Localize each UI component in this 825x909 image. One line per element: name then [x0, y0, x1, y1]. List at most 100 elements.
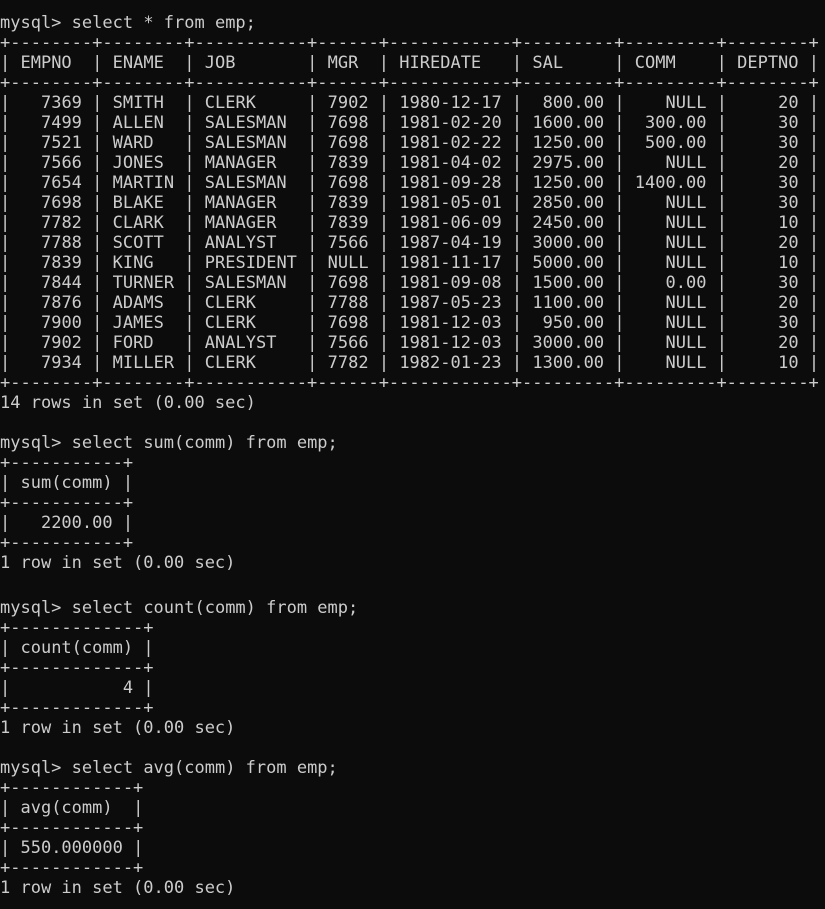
table-cell-sal: 2850.00 [532, 193, 605, 213]
prompt: mysql> [0, 758, 62, 778]
table-cell-job: CLERK [204, 93, 256, 113]
command-line: mysql> select avg(comm) from emp; [0, 758, 338, 778]
table-cell-job: PRESIDENT [204, 253, 297, 273]
table-cell-mgr: 7839 [327, 153, 369, 173]
table-cell-mgr: 7698 [327, 313, 369, 333]
table-cell-comm: NULL [665, 293, 707, 313]
table-border: +-----------+ [0, 533, 134, 553]
table-cell-mgr: NULL [327, 253, 369, 273]
prompt: mysql> [0, 598, 62, 618]
table-cell-ename: ADAMS [112, 293, 164, 313]
table-header-row: | EMPNO | ENAME | JOB | MGR | HIREDATE |… [0, 53, 820, 73]
table-cell-comm: NULL [665, 93, 707, 113]
table-cell-deptno: 10 [778, 213, 799, 233]
table-border: +-------------+ [0, 698, 154, 718]
table-cell-sal: 1250.00 [532, 173, 605, 193]
table-cell-sum-comm: 2200.00 [40, 513, 113, 533]
table-cell-hiredate: 1981-09-08 [399, 273, 502, 293]
table-row: | 7369 | SMITH | CLERK | 7902 | 1980-12-… [0, 93, 820, 113]
table-cell-empno: 7369 [40, 93, 82, 113]
table-cell-hiredate: 1981-12-03 [399, 333, 502, 353]
table-cell-deptno: 30 [778, 113, 799, 133]
table-cell-ename: TURNER [112, 273, 175, 293]
table-cell-sal: 950.00 [542, 313, 605, 333]
command-line: mysql> select sum(comm) from emp; [0, 433, 338, 453]
table-cell-sal: 1500.00 [532, 273, 605, 293]
table-cell-mgr: 7698 [327, 133, 369, 153]
sql-command: select count(comm) from emp; [71, 598, 359, 618]
table-cell-job: CLERK [204, 293, 256, 313]
table-cell-empno: 7900 [40, 313, 82, 333]
table-row: | 7654 | MARTIN | SALESMAN | 7698 | 1981… [0, 173, 820, 193]
table-cell-mgr: 7698 [327, 173, 369, 193]
table-cell-comm: 300.00 [645, 113, 707, 133]
table-cell-comm: NULL [665, 153, 707, 173]
table-cell-ename: FORD [112, 333, 154, 353]
column-header-avg-comm: avg(comm) [20, 798, 113, 818]
table-cell-ename: JONES [112, 153, 164, 173]
table-row: | 550.000000 | [0, 838, 144, 858]
table-cell-job: SALESMAN [204, 173, 287, 193]
table-border: +------------+ [0, 778, 144, 798]
table-cell-mgr: 7566 [327, 333, 369, 353]
table-cell-ename: CLARK [112, 213, 164, 233]
result-status: 1 row in set (0.00 sec) [0, 718, 236, 738]
table-cell-deptno: 20 [778, 153, 799, 173]
table-row: | 7934 | MILLER | CLERK | 7782 | 1982-01… [0, 353, 820, 373]
table-cell-count-comm: 4 [122, 678, 134, 698]
table-cell-deptno: 30 [778, 193, 799, 213]
prompt: mysql> [0, 13, 62, 33]
table-cell-deptno: 10 [778, 353, 799, 373]
table-cell-hiredate: 1981-04-02 [399, 153, 502, 173]
table-cell-hiredate: 1981-05-01 [399, 193, 502, 213]
table-cell-sal: 800.00 [542, 93, 605, 113]
sql-command: select * from emp; [71, 13, 256, 33]
column-header-hiredate: HIREDATE [399, 53, 482, 73]
table-border: +------------+ [0, 818, 144, 838]
table-cell-empno: 7698 [40, 193, 82, 213]
table-cell-deptno: 20 [778, 333, 799, 353]
table-cell-comm: 0.00 [665, 273, 707, 293]
table-cell-sal: 1300.00 [532, 353, 605, 373]
table-border: +--------+--------+-----------+------+--… [0, 73, 819, 93]
table-cell-hiredate: 1981-02-22 [399, 133, 502, 153]
table-cell-ename: BLAKE [112, 193, 164, 213]
table-border: +-------------+ [0, 618, 154, 638]
table-cell-mgr: 7839 [327, 193, 369, 213]
table-cell-job: CLERK [204, 353, 256, 373]
table-cell-hiredate: 1987-05-23 [399, 293, 502, 313]
table-cell-mgr: 7698 [327, 113, 369, 133]
table-cell-sal: 2975.00 [532, 153, 605, 173]
table-cell-job: ANALYST [204, 233, 277, 253]
sql-command: select sum(comm) from emp; [71, 433, 338, 453]
table-cell-job: SALESMAN [204, 113, 287, 133]
table-cell-deptno: 30 [778, 133, 799, 153]
table-cell-deptno: 10 [778, 253, 799, 273]
table-cell-sal: 3000.00 [532, 333, 605, 353]
table-cell-deptno: 20 [778, 93, 799, 113]
table-cell-comm: NULL [665, 333, 707, 353]
table-cell-empno: 7844 [40, 273, 82, 293]
table-cell-sal: 2450.00 [532, 213, 605, 233]
table-cell-job: ANALYST [204, 333, 277, 353]
table-cell-sal: 1100.00 [532, 293, 605, 313]
table-cell-empno: 7521 [40, 133, 82, 153]
table-cell-job: SALESMAN [204, 273, 287, 293]
table-cell-ename: WARD [112, 133, 154, 153]
table-cell-hiredate: 1980-12-17 [399, 93, 502, 113]
table-header-row: | avg(comm) | [0, 798, 144, 818]
table-row: | 7782 | CLARK | MANAGER | 7839 | 1981-0… [0, 213, 820, 233]
table-cell-comm: NULL [665, 353, 707, 373]
table-row: | 7698 | BLAKE | MANAGER | 7839 | 1981-0… [0, 193, 820, 213]
table-cell-sal: 1600.00 [532, 113, 605, 133]
table-cell-deptno: 30 [778, 173, 799, 193]
table-row: | 7839 | KING | PRESIDENT | NULL | 1981-… [0, 253, 820, 273]
table-cell-sal: 3000.00 [532, 233, 605, 253]
table-border: +--------+--------+-----------+------+--… [0, 33, 819, 53]
table-cell-ename: JAMES [112, 313, 164, 333]
table-cell-mgr: 7902 [327, 93, 369, 113]
terminal-window[interactable]: mysql> select * from emp; +--------+----… [0, 0, 825, 909]
table-border: +-------------+ [0, 658, 154, 678]
table-cell-sal: 5000.00 [532, 253, 605, 273]
table-cell-job: CLERK [204, 313, 256, 333]
